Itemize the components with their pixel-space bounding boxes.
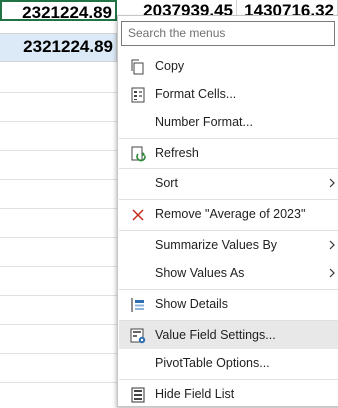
menu-item-label: Hide Field List [155, 387, 235, 401]
menu-item-label: Number Format... [155, 115, 253, 129]
menu-item-label: Value Field Settings... [155, 328, 276, 342]
menu-item-label: Copy [155, 59, 185, 73]
copy-icon [129, 58, 147, 76]
menu-item-show-details[interactable]: Show Details [119, 290, 338, 318]
row-divider [0, 121, 118, 122]
menu-item-value-field-settings[interactable]: Value Field Settings... [119, 321, 338, 349]
row-divider [0, 208, 118, 209]
field-settings-icon [129, 327, 147, 345]
menu-item-refresh[interactable]: Refresh [119, 139, 338, 167]
submenu-arrow-icon [327, 177, 337, 189]
menu-item-remove-field[interactable]: Remove "Average of 2023" [119, 200, 338, 228]
menu-item-label: Format Cells... [155, 87, 237, 101]
menu-item-summarize-values-by[interactable]: Summarize Values By [119, 231, 338, 259]
menu-item-label: Sort [155, 176, 178, 190]
submenu-arrow-icon [327, 267, 337, 279]
context-menu: Search the menus Copy Format Cells... Nu… [117, 15, 338, 407]
row-divider [0, 266, 118, 267]
menu-item-copy[interactable]: Copy [119, 52, 338, 80]
menu-item-label: PivotTable Options... [155, 356, 270, 370]
row-divider [0, 92, 118, 93]
field-list-icon [129, 386, 147, 404]
format-cells-icon [129, 86, 147, 104]
row-divider [0, 150, 118, 151]
submenu-arrow-icon [327, 239, 337, 251]
selected-cell[interactable]: 2321224.89 [0, 34, 117, 62]
menu-item-sort[interactable]: Sort [119, 169, 338, 197]
row-divider [0, 237, 118, 238]
menu-item-label: Remove "Average of 2023" [155, 207, 306, 221]
row-divider [0, 353, 118, 354]
menu-item-show-values-as[interactable]: Show Values As [119, 259, 338, 287]
row-divider [0, 324, 118, 325]
menu-item-label: Refresh [155, 146, 199, 160]
menu-search-input[interactable]: Search the menus [121, 21, 335, 46]
row-divider [0, 295, 118, 296]
menu-item-pivottable-options[interactable]: PivotTable Options... [119, 349, 338, 377]
refresh-icon [129, 145, 147, 163]
menu-item-label: Show Values As [155, 266, 245, 280]
menu-item-label: Summarize Values By [155, 238, 278, 252]
remove-icon [129, 206, 147, 224]
row-divider [0, 382, 118, 383]
row-divider [0, 179, 118, 180]
menu-item-hide-field-list[interactable]: Hide Field List [119, 380, 338, 408]
menu-item-number-format[interactable]: Number Format... [119, 108, 338, 136]
show-details-icon [129, 296, 147, 314]
active-cell[interactable]: 2321224.89 [0, 0, 117, 21]
menu-item-label: Show Details [155, 297, 228, 311]
menu-item-format-cells[interactable]: Format Cells... [119, 80, 338, 108]
